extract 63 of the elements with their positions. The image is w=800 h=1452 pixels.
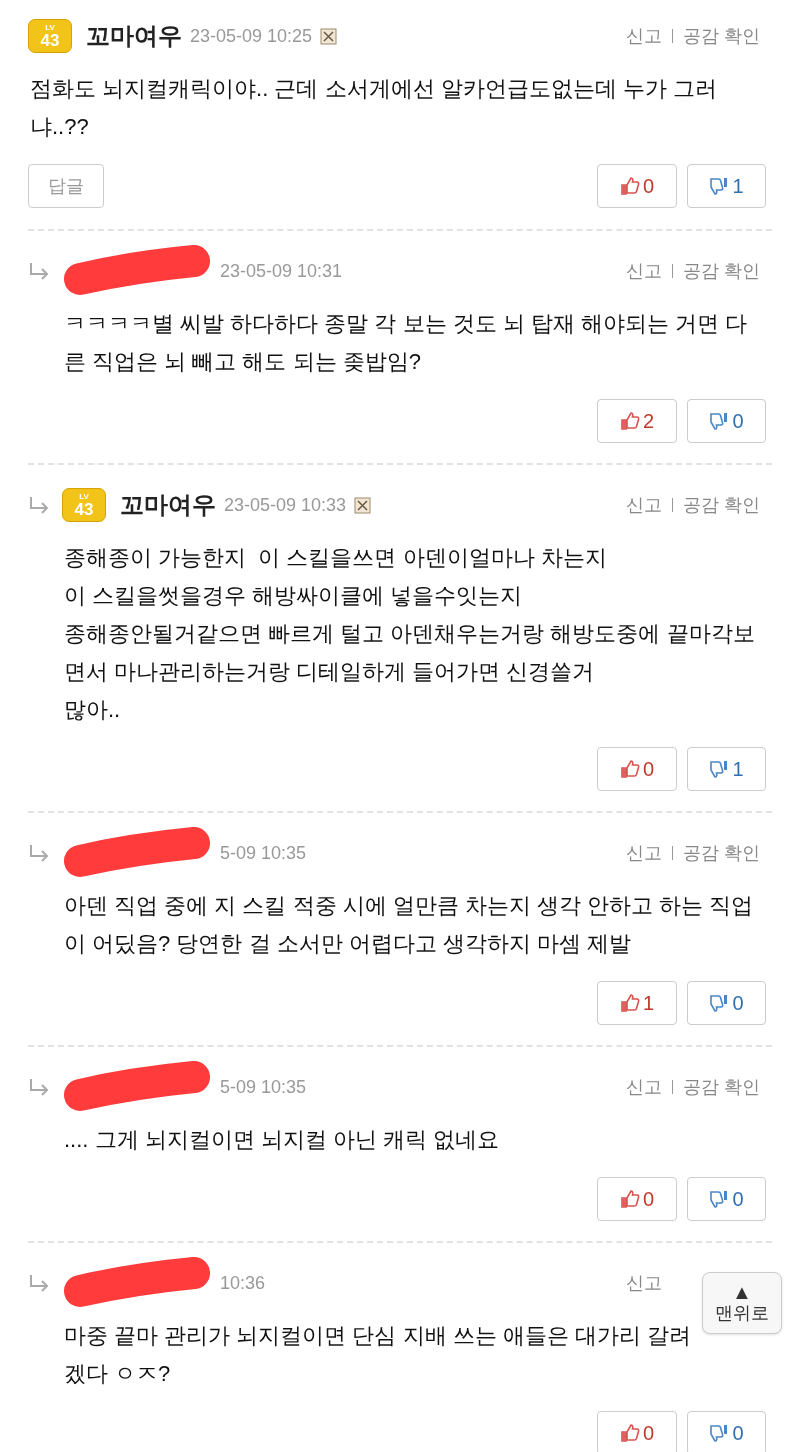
- like-button[interactable]: 0: [597, 747, 677, 791]
- close-box-icon[interactable]: [354, 496, 372, 514]
- dislike-button[interactable]: 0: [687, 399, 766, 443]
- thumbs-up-icon: [619, 759, 640, 779]
- reply-arrow-icon: [28, 1273, 50, 1293]
- action-link[interactable]: 공감 확인: [683, 491, 760, 519]
- action-link[interactable]: 공감 확인: [683, 1073, 760, 1101]
- dislike-button[interactable]: 1: [687, 164, 766, 208]
- thumbs-up-icon: [619, 176, 640, 196]
- thumbs-up-icon: [619, 1423, 640, 1443]
- action-link[interactable]: 신고: [626, 839, 662, 867]
- level-number: 43: [40, 31, 60, 49]
- action-link[interactable]: 신고: [626, 1269, 662, 1297]
- action-link[interactable]: 공감 확인: [683, 839, 760, 867]
- comment-text: 점화도 뇌지컬캐릭이야.. 근데 소서게에선 알카언급도없는데 누가 그러 냐..??: [29, 75, 718, 141]
- dislike-button[interactable]: 0: [687, 1411, 766, 1452]
- like-button[interactable]: 0: [597, 1177, 677, 1221]
- thumbs-down-icon: [709, 759, 730, 779]
- dislike-button[interactable]: 0: [687, 981, 766, 1025]
- reply-arrow-icon: [28, 1077, 50, 1097]
- level-label: LV: [45, 23, 55, 32]
- like-button[interactable]: 0: [597, 1411, 677, 1452]
- timestamp: 23-05-09 10:25: [190, 24, 313, 48]
- reply-arrow-icon: [28, 495, 50, 515]
- thumbs-up-icon: [619, 411, 640, 431]
- reply-arrow-icon: [28, 261, 50, 281]
- timestamp: 23-05-09 10:31: [220, 259, 343, 283]
- thumbs-up-icon: [619, 1189, 640, 1209]
- dislike-button[interactable]: 0: [687, 1177, 766, 1221]
- action-link[interactable]: 신고: [626, 1073, 662, 1101]
- author-name[interactable]: 꼬마여우: [86, 18, 182, 54]
- action-link[interactable]: 신고: [626, 491, 662, 519]
- comment-text: ㅋㅋㅋㅋ별 씨발 하다하다 종말 각 보는 것도 뇌 탑재 해야되는 거면 다 른 직업은 뇌 빼고 해도 되는 좆밥임?: [63, 310, 749, 376]
- comment-text: 아덴 직업 중에 지 스킬 적중 시에 얼만큼 차는지 생각 안하고 하는 직업 이 어딨음? 당연한 걸 소서만 어렵다고 생각하지 마셈 제발: [63, 892, 755, 958]
- comment-text: 종해종이 가능한지 이 스킬을쓰면 아덴이얼마나 차는지 이 스킬을썻을경우 해방싸이클에 넣을수잇는지 종해종안될거같으면 빠르게 털고 아덴채우는거랑 해방도중에 끝마각보 면서 마나관리하는거랑 디테일하게 들어가면 신경쓸거 많아..: [63, 544, 756, 724]
- like-button[interactable]: 2: [597, 399, 677, 443]
- action-link[interactable]: 신고: [626, 257, 662, 285]
- reply-button[interactable]: 답글: [28, 164, 104, 208]
- timestamp: 23-05-09 10:33: [224, 493, 347, 517]
- action-link[interactable]: 공감 확인: [683, 257, 760, 285]
- like-button[interactable]: 0: [597, 164, 677, 208]
- thumbs-down-icon: [709, 1423, 730, 1443]
- scroll-to-top-button[interactable]: ▲ 맨위로: [702, 1272, 782, 1334]
- comment-text: 마중 끝마 관리가 뇌지컬이면 단심 지배 쓰는 애들은 대가리 갈려 겠다 ㅇㅈ?: [63, 1322, 692, 1388]
- close-box-icon[interactable]: [320, 27, 338, 45]
- level-label: LV: [79, 492, 89, 501]
- thumbs-down-icon: [709, 1189, 730, 1209]
- comment-text: .... 그게 뇌지컬이면 뇌지컬 아닌 캐릭 없네요: [63, 1126, 501, 1154]
- author-name[interactable]: 꼬마여우: [120, 487, 216, 523]
- thumbs-down-icon: [709, 411, 730, 431]
- level-number: 43: [74, 500, 94, 518]
- action-link[interactable]: 신고: [626, 22, 662, 50]
- up-arrow-icon: ▲: [732, 1281, 752, 1302]
- reply-arrow-icon: [28, 843, 50, 863]
- dislike-button[interactable]: 1: [687, 747, 766, 791]
- timestamp: 5-09 10:35: [220, 841, 307, 865]
- thumbs-down-icon: [709, 993, 730, 1013]
- timestamp: 10:36: [220, 1271, 266, 1295]
- like-button[interactable]: 1: [597, 981, 677, 1025]
- action-link[interactable]: 공감 확인: [683, 22, 760, 50]
- thumbs-up-icon: [619, 993, 640, 1013]
- thumbs-down-icon: [709, 176, 730, 196]
- timestamp: 5-09 10:35: [220, 1075, 307, 1099]
